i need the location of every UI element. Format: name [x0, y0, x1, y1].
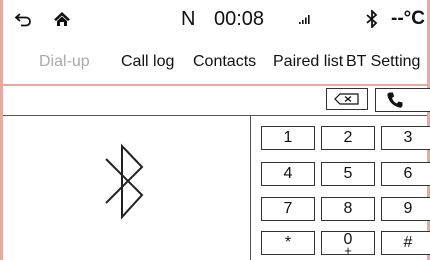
call-button[interactable] — [375, 88, 430, 112]
key-1[interactable]: 1 — [261, 126, 315, 150]
dial-display-row — [3, 86, 430, 115]
phone-icon — [387, 92, 403, 108]
tab-call-log[interactable]: Call log — [121, 50, 174, 74]
key-3[interactable]: 3 — [381, 126, 430, 150]
key-hash[interactable]: # — [381, 231, 430, 255]
status-bar: N 00:08 --°C — [3, 0, 427, 39]
key-0-plus-label: + — [344, 243, 352, 258]
home-icon[interactable] — [53, 0, 75, 38]
backspace-icon — [334, 93, 359, 105]
key-star[interactable]: * — [261, 231, 315, 255]
key-7[interactable]: 7 — [261, 197, 315, 221]
key-5[interactable]: 5 — [321, 162, 375, 186]
key-4[interactable]: 4 — [261, 162, 315, 186]
clock: 00:08 — [214, 7, 265, 30]
tab-dial-up[interactable]: Dial-up — [39, 50, 90, 74]
app-frame: N 00:08 --°C Dial-up Call log Contacts P… — [0, 0, 430, 260]
key-8[interactable]: 8 — [321, 197, 375, 221]
signal-icon — [299, 0, 313, 38]
network-indicator: N — [181, 7, 196, 30]
tab-bar: Dial-up Call log Contacts Paired list BT… — [3, 38, 427, 116]
bluetooth-panel — [3, 116, 250, 260]
key-6[interactable]: 6 — [381, 162, 430, 186]
backspace-button[interactable] — [326, 88, 368, 110]
temperature-readout: --°C — [391, 8, 425, 29]
tab-bt-setting[interactable]: BT Setting — [346, 50, 420, 74]
pane-divider — [250, 116, 251, 260]
tab-contacts[interactable]: Contacts — [193, 50, 256, 74]
bluetooth-icon — [366, 0, 380, 38]
tab-paired-list[interactable]: Paired list — [273, 50, 343, 74]
bluetooth-logo — [105, 143, 144, 220]
back-arrow-icon[interactable] — [15, 0, 31, 38]
key-9[interactable]: 9 — [381, 197, 430, 221]
key-0[interactable]: 0 + — [321, 231, 375, 258]
dialed-number-display — [9, 90, 309, 110]
key-2[interactable]: 2 — [321, 126, 375, 150]
